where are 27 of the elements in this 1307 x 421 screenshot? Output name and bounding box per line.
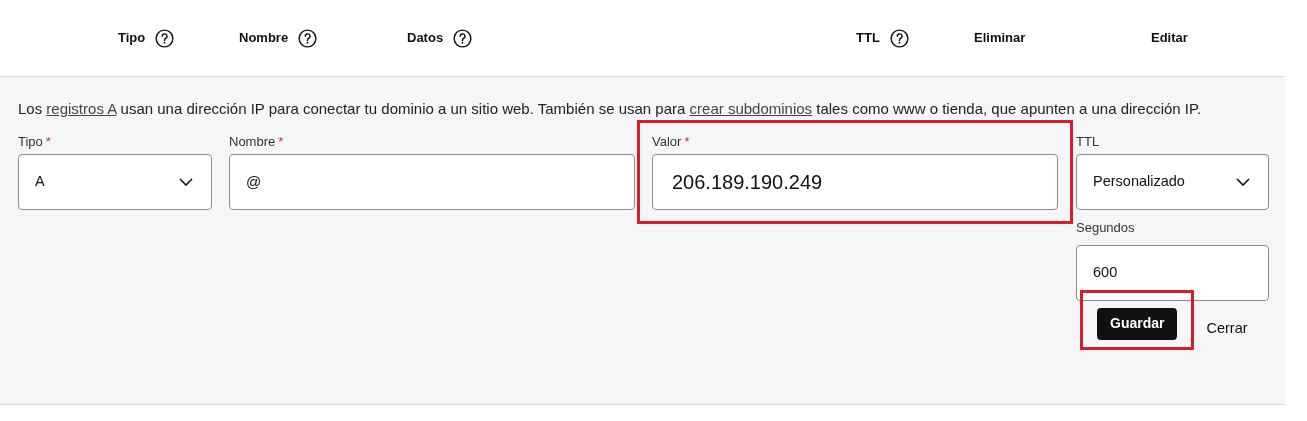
select-field[interactable]: A <box>18 154 212 210</box>
column-header: Editar <box>1151 29 1188 48</box>
input-field[interactable]: @ <box>229 154 635 210</box>
help-icon[interactable] <box>453 28 473 48</box>
save-button[interactable]: Guardar <box>1097 307 1178 340</box>
field-label: TTL <box>1076 133 1101 150</box>
link[interactable]: registros A <box>46 100 117 117</box>
link[interactable]: crear subdominios <box>689 100 813 117</box>
column-header: TTL <box>856 29 880 48</box>
input-field[interactable]: 600 <box>1076 244 1269 301</box>
field-label: Tipo * <box>18 133 52 150</box>
field-label: Nombre * <box>229 133 285 150</box>
field-label: Segundos <box>1076 219 1136 237</box>
select-field[interactable]: Personalizado <box>1076 154 1269 210</box>
help-icon[interactable] <box>298 28 318 48</box>
chevron-down-icon <box>179 178 193 186</box>
description-text: Los registros A usan una dirección IP para conectar tu dominio a un sitio web. También se usan para crear subdominios tales como www o tienda, que apunten a una dirección IP. <box>18 99 1203 119</box>
close-button[interactable]: Cerrar <box>1206 312 1248 345</box>
column-header: Eliminar <box>974 29 1026 48</box>
help-icon[interactable] <box>155 28 175 48</box>
help-icon[interactable] <box>889 28 909 48</box>
column-header: Tipo <box>118 29 146 48</box>
input-field[interactable]: 206.189.190.249 <box>652 154 1058 210</box>
field-label: Valor * <box>652 133 691 150</box>
chevron-down-icon <box>1236 178 1250 186</box>
column-header: Datos <box>407 29 444 48</box>
column-header: Nombre <box>239 29 289 48</box>
